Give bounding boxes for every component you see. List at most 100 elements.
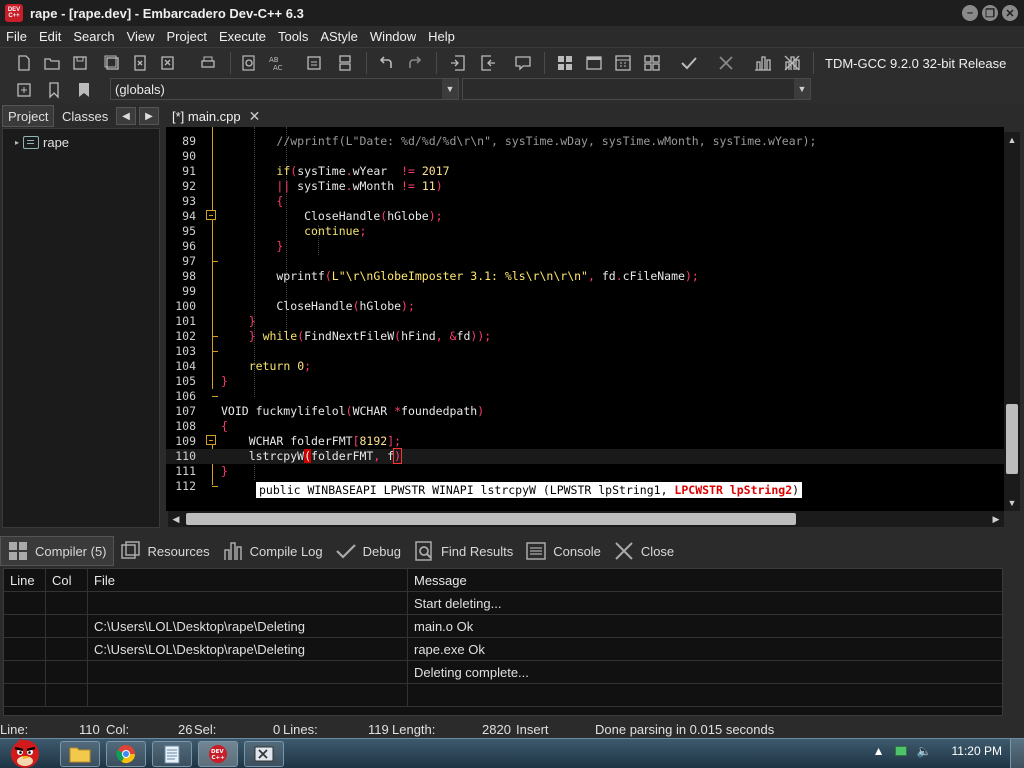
tab-compiler[interactable]: Compiler (5): [0, 536, 114, 566]
table-row[interactable]: C:\Users\LOL\Desktop\rape\Deleting main.…: [4, 615, 1004, 638]
chevron-right-icon[interactable]: ▶: [139, 107, 159, 125]
unindent-icon[interactable]: [476, 51, 500, 75]
show-desktop-button[interactable]: [1010, 739, 1024, 768]
taskbar-devcpp[interactable]: DEV C++: [198, 741, 238, 767]
horizontal-scrollbar[interactable]: ◀ ▶: [168, 511, 1004, 527]
code-line: 94 CloseHandle(hGlobe);: [182, 209, 443, 223]
compile-run-icon[interactable]: [611, 51, 635, 75]
scroll-left-icon[interactable]: ◀: [168, 511, 184, 527]
scroll-down-icon[interactable]: ▼: [1004, 495, 1020, 511]
maximize-button[interactable]: ❐: [982, 5, 998, 21]
redo-icon[interactable]: [403, 51, 427, 75]
indent-icon[interactable]: [446, 51, 470, 75]
find-icon[interactable]: [237, 51, 261, 75]
symbol-combo[interactable]: ▼: [462, 78, 811, 100]
menu-project[interactable]: Project: [161, 29, 213, 44]
taskbar-chrome[interactable]: [106, 741, 146, 767]
taskbar-app[interactable]: [244, 741, 284, 767]
column-header-line[interactable]: Line: [4, 569, 46, 592]
status-line-value: 110: [79, 722, 100, 737]
toggle-bookmark-icon[interactable]: [333, 51, 357, 75]
comment-icon[interactable]: [511, 51, 535, 75]
devcpp-app-icon: DEV C++: [5, 4, 23, 22]
menu-window[interactable]: Window: [364, 29, 422, 44]
taskbar-notepad[interactable]: [152, 741, 192, 767]
chevron-down-icon[interactable]: ▼: [794, 79, 810, 99]
tab-main-cpp[interactable]: [*] main.cpp ✕: [166, 105, 266, 127]
clock[interactable]: 11:20 PM: [952, 744, 1002, 758]
table-row[interactable]: [4, 684, 1004, 707]
scroll-right-icon[interactable]: ▶: [988, 511, 1004, 527]
svg-text:C++: C++: [212, 755, 226, 761]
network-icon[interactable]: [894, 746, 907, 756]
code-line: 97: [182, 254, 196, 268]
undo-icon[interactable]: [374, 51, 398, 75]
syntax-check-icon[interactable]: [677, 51, 701, 75]
expand-icon[interactable]: ▸: [15, 138, 19, 147]
tab-close[interactable]: Close: [607, 536, 680, 566]
menu-view[interactable]: View: [121, 29, 161, 44]
menu-tools[interactable]: Tools: [272, 29, 314, 44]
insert-icon[interactable]: [12, 78, 36, 102]
menu-help[interactable]: Help: [422, 29, 461, 44]
volume-icon[interactable]: 🔈: [917, 744, 932, 758]
column-header-file[interactable]: File: [88, 569, 408, 592]
open-file-icon[interactable]: [40, 51, 64, 75]
start-button[interactable]: [2, 735, 48, 768]
profile-icon[interactable]: [751, 51, 775, 75]
goto-bookmark-icon[interactable]: [72, 78, 96, 102]
table-row[interactable]: Start deleting...: [4, 592, 1004, 615]
tab-debug[interactable]: Debug: [329, 536, 407, 566]
column-header-message[interactable]: Message: [408, 569, 1004, 592]
save-icon[interactable]: [68, 51, 92, 75]
save-all-icon[interactable]: [100, 51, 124, 75]
column-header-col[interactable]: Col: [46, 569, 88, 592]
goto-line-icon[interactable]: [302, 51, 326, 75]
svg-text:AB: AB: [269, 56, 279, 64]
menu-search[interactable]: Search: [67, 29, 120, 44]
compile-icon[interactable]: [553, 51, 577, 75]
close-window-button[interactable]: ✕: [1002, 5, 1018, 21]
print-icon[interactable]: [196, 51, 220, 75]
minimize-button[interactable]: –: [962, 5, 978, 21]
rebuild-all-icon[interactable]: [640, 51, 664, 75]
scope-combo[interactable]: (globals) ▼: [110, 78, 459, 100]
table-row[interactable]: C:\Users\LOL\Desktop\rape\Deleting rape.…: [4, 638, 1004, 661]
compiler-set-select[interactable]: TDM-GCC 9.2.0 32-bit Release: [820, 51, 1020, 75]
close-file-icon[interactable]: [128, 51, 152, 75]
tab-find-results[interactable]: Find Results: [407, 536, 519, 566]
code-line: 108{: [175, 419, 228, 433]
bookmark-icon[interactable]: [42, 78, 66, 102]
scroll-up-icon[interactable]: ▲: [1004, 132, 1020, 148]
status-message: Done parsing in 0.015 seconds: [595, 722, 775, 737]
tab-console[interactable]: Console: [519, 536, 607, 566]
menu-bar: File Edit Search View Project Execute To…: [0, 26, 1024, 47]
taskbar-explorer[interactable]: [60, 741, 100, 767]
stop-execution-icon[interactable]: [714, 51, 738, 75]
tree-item-project[interactable]: ▸ rape: [15, 135, 69, 150]
chevron-left-icon[interactable]: ◀: [116, 107, 136, 125]
chevron-down-icon[interactable]: ▼: [442, 79, 458, 99]
replace-icon[interactable]: AB AC: [265, 51, 289, 75]
table-row[interactable]: Deleting complete...: [4, 661, 1004, 684]
new-file-icon[interactable]: [12, 51, 36, 75]
vertical-scrollbar[interactable]: ▲ ▼: [1004, 132, 1020, 511]
tab-compile-log[interactable]: Compile Log: [216, 536, 329, 566]
menu-file[interactable]: File: [0, 29, 33, 44]
close-all-icon[interactable]: [156, 51, 180, 75]
horizontal-scroll-thumb[interactable]: [186, 513, 796, 525]
vertical-scroll-thumb[interactable]: [1006, 404, 1018, 474]
tab-project[interactable]: Project: [2, 105, 55, 127]
status-lines-label: Lines:: [283, 722, 318, 737]
close-icon[interactable]: ✕: [249, 108, 261, 125]
menu-astyle[interactable]: AStyle: [314, 29, 364, 44]
run-icon[interactable]: [582, 51, 606, 75]
code-editor[interactable]: 89 //wprintf(L"Date: %d/%d/%d\r\n", sysT…: [166, 127, 1004, 511]
tab-resources[interactable]: Resources: [114, 536, 216, 566]
show-hidden-icons-icon[interactable]: ▲: [873, 744, 885, 758]
close-icon: [613, 540, 635, 562]
tab-classes[interactable]: Classes: [57, 105, 113, 127]
delete-profile-icon[interactable]: [780, 51, 804, 75]
menu-edit[interactable]: Edit: [33, 29, 67, 44]
menu-execute[interactable]: Execute: [213, 29, 272, 44]
